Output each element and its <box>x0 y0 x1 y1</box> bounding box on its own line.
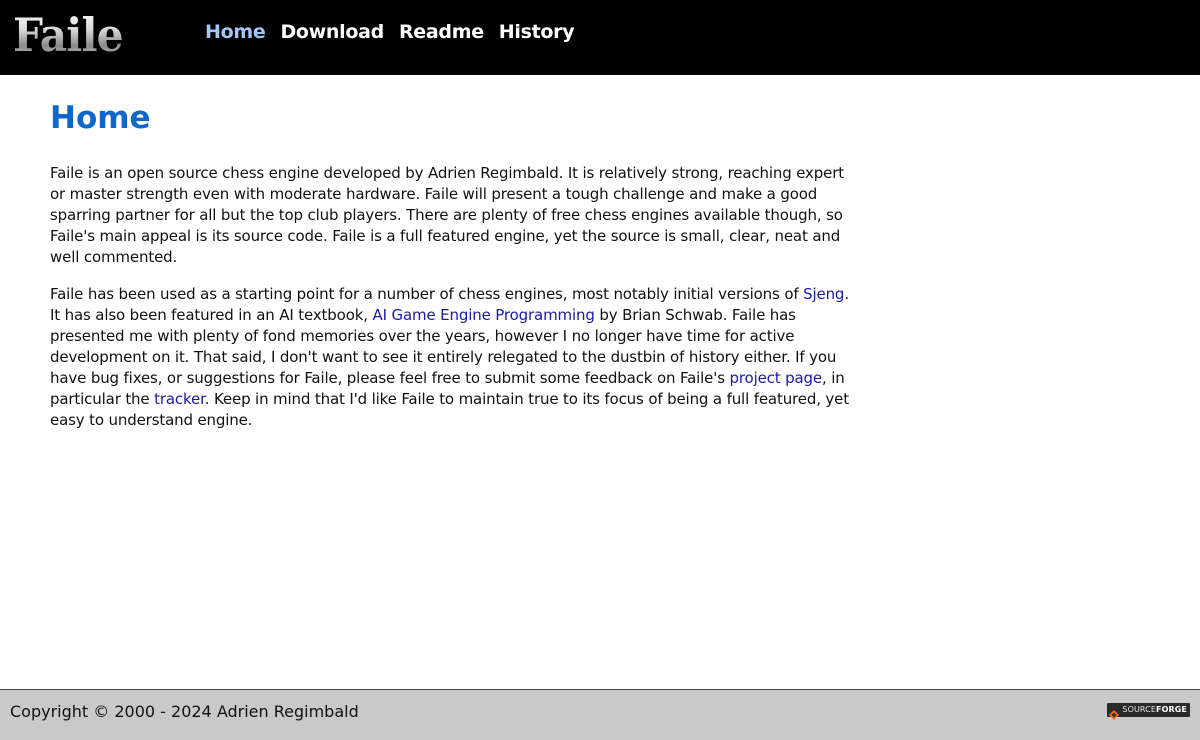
copyright-text: Copyright © 2000 - 2024 Adrien Regimbald <box>10 702 359 721</box>
nav-readme-link[interactable]: Readme <box>399 19 484 45</box>
intro-paragraph: Faile is an open source chess engine dev… <box>50 164 844 266</box>
tracker-link[interactable]: tracker <box>154 390 205 408</box>
project-page-link[interactable]: project page <box>729 369 822 387</box>
nav-download-link[interactable]: Download <box>280 19 384 45</box>
sourceforge-logo-icon <box>1109 705 1120 720</box>
history-text-1: Faile has been used as a starting point … <box>50 285 804 303</box>
page-title: Home <box>50 100 151 136</box>
faile-logo[interactable]: Faile <box>13 8 124 62</box>
nav-history-link[interactable]: History <box>499 19 575 45</box>
ai-game-engine-programming-link[interactable]: AI Game Engine Programming <box>373 306 595 324</box>
sourceforge-label-source: SOURCE <box>1122 705 1157 714</box>
sourceforge-label-forge: FORGE <box>1156 705 1187 714</box>
site-footer: Copyright © 2000 - 2024 Adrien Regimbald… <box>0 689 1200 740</box>
history-paragraph: Faile has been used as a starting point … <box>50 284 850 431</box>
sjeng-link[interactable]: Sjeng <box>803 285 844 303</box>
nav-home-link[interactable]: Home <box>205 19 266 45</box>
main-content: Home Faile is an open source chess engin… <box>50 98 850 447</box>
main-nav: Home Download Readme History <box>205 19 589 45</box>
site-header: Faile Home Download Readme History <box>0 0 1200 75</box>
sourceforge-label: SOURCEFORGE <box>1122 703 1187 717</box>
sourceforge-badge[interactable]: SOURCEFORGE <box>1107 703 1190 720</box>
